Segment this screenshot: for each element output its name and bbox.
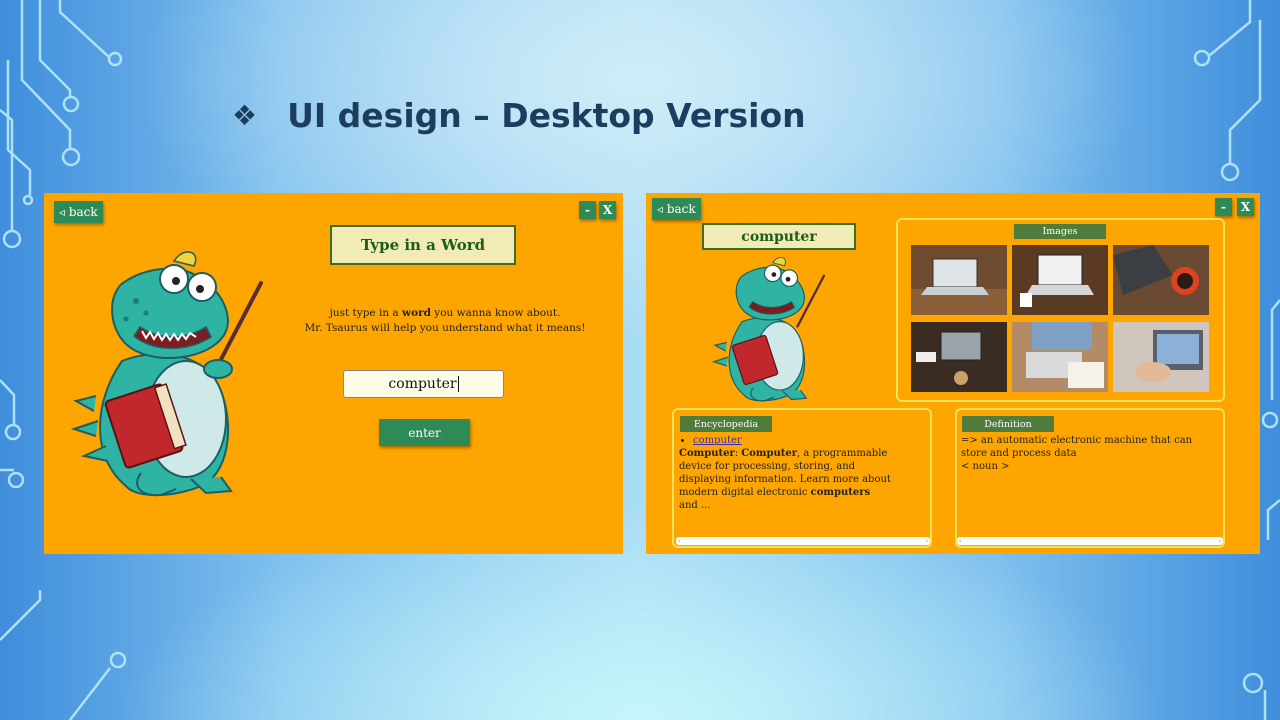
word-input[interactable]: computer [343,370,504,398]
image-thumbnail[interactable] [1012,322,1108,392]
horizontal-scrollbar[interactable]: ‹ › [676,537,930,545]
definition-text: => an automatic electronic machine that … [961,435,1193,472]
close-button[interactable]: X [599,201,616,219]
encyclopedia-text: computer Computer: Computer, a programma… [679,434,919,512]
text-caret [457,376,459,392]
word-entry-screen: ◃ back - X Type in a Word just type in a… [44,193,623,554]
close-button[interactable]: X [1237,198,1254,216]
diamond-bullet-icon: ❖ [232,98,258,132]
results-screen: ◃ back - X computer Images Encyclopedia … [646,193,1260,554]
dinosaur-teacher-illustration [711,257,826,402]
searched-word: computer [702,223,856,250]
images-label: Images [1014,224,1106,239]
heading-type-in-a-word: Type in a Word [330,225,516,265]
image-thumbnail[interactable] [1113,322,1209,392]
back-button[interactable]: ◃ back [54,201,103,223]
encyclopedia-label: Encyclopedia [680,416,772,432]
instructions-text: just type in a word you wanna know about… [304,307,586,334]
encyclopedia-link[interactable]: computer [693,435,742,446]
image-thumbnail[interactable] [911,322,1007,392]
definition-label: Definition [962,416,1054,432]
minimize-button[interactable]: - [1215,198,1232,216]
enter-button[interactable]: enter [379,419,470,446]
image-thumbnail[interactable] [1012,245,1108,315]
slide-title-text: UI design – Desktop Version [287,95,806,135]
image-thumbnail[interactable] [911,245,1007,315]
minimize-button[interactable]: - [579,201,596,219]
horizontal-scrollbar[interactable]: ‹ › [957,537,1223,545]
slide-title: ❖ UI design – Desktop Version [232,92,806,138]
back-button[interactable]: ◃ back [652,198,701,220]
image-thumbnail[interactable] [1113,245,1209,315]
dinosaur-teacher-illustration [70,251,263,497]
